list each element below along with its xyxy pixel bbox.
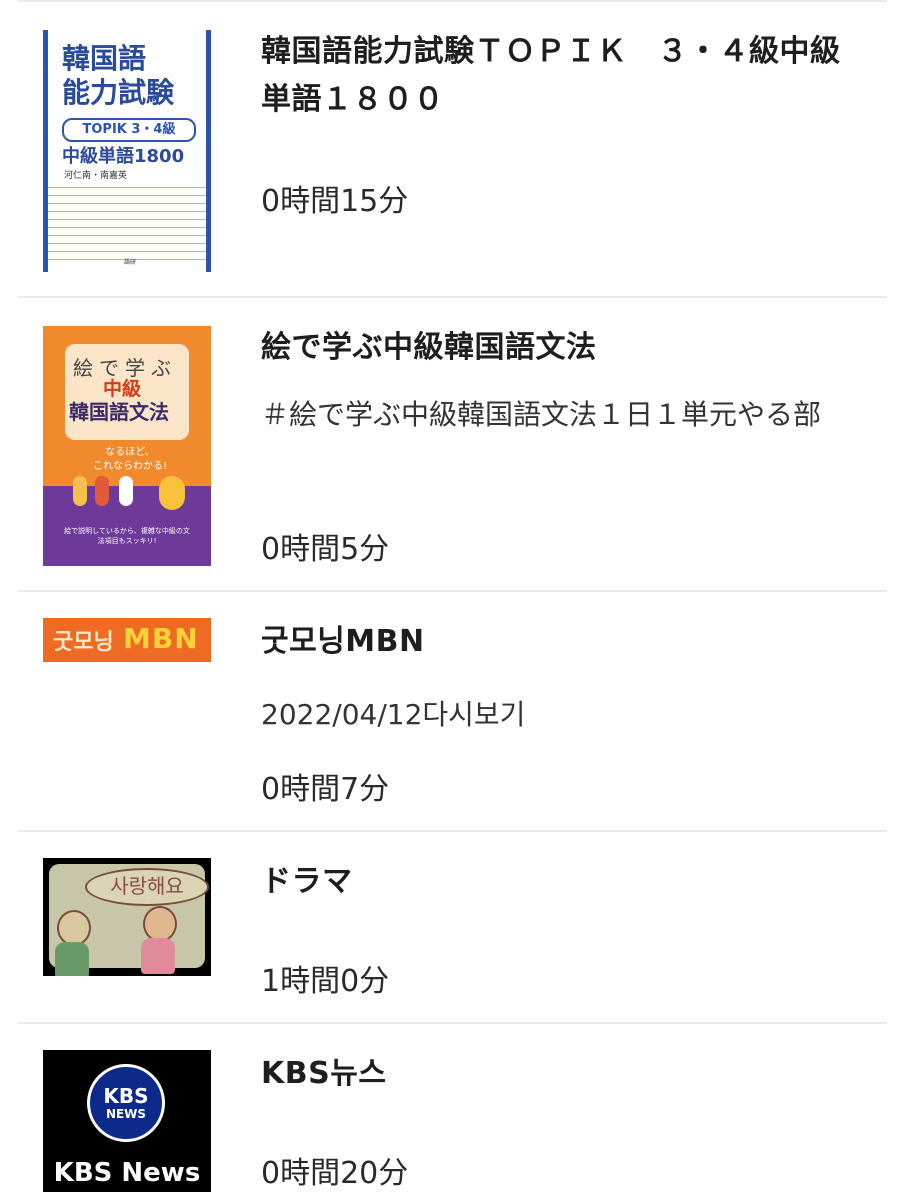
item-info: 굿모닝MBN 2022/04/12다시보기 xyxy=(261,618,857,738)
character-body xyxy=(141,938,175,974)
book-cover-thumbnail: 絵で学ぶ 中級 韓国語文法 なるほど、 これならわかる! 絵で説明しているから、… xyxy=(43,326,211,566)
cover-lines xyxy=(48,180,206,260)
cover-tagline: なるほど、 これならわかる! xyxy=(93,446,167,474)
program-logo-thumbnail: 굿모닝 MBN xyxy=(43,618,211,662)
item-info: KBS뉴스 xyxy=(261,1050,857,1098)
item-duration: 0時間5分 xyxy=(261,532,390,567)
list-item[interactable]: 韓国語 能力試験 TOPIK 3・4級 中級単語1800 河仁南・南嘉英 語研 … xyxy=(18,0,887,296)
cover-band: TOPIK 3・4級 xyxy=(62,118,196,142)
item-description: 2022/04/12다시보기 xyxy=(261,698,526,731)
item-info: 韓国語能力試験ＴＯＰＩＫ ３・４級中級単語１８００ xyxy=(261,28,857,124)
logo-mbn-text: MBN xyxy=(123,622,199,655)
cover-title-line-1: 韓国語 xyxy=(62,42,147,75)
kbs-logo-news-text: NEWS xyxy=(105,1107,147,1121)
program-logo-thumbnail: KBS NEWS KBS News xyxy=(43,1050,211,1192)
character-figure xyxy=(95,476,109,506)
cover-subtitle: 中級単語1800 xyxy=(62,146,185,167)
cover-title: 韓国語 能力試験 xyxy=(62,42,174,110)
item-info: 絵で学ぶ中級韓国語文法 ＃絵で学ぶ中級韓国語文法１日１単元やる部 xyxy=(261,324,857,438)
list-item[interactable]: KBS NEWS KBS News KBS뉴스 0時間20分 xyxy=(18,1022,887,1200)
list-item[interactable]: 사랑해요 ドラマ 1時間0分 xyxy=(18,830,887,1022)
item-description: ＃絵で学ぶ中級韓国語文法１日１単元やる部 xyxy=(261,398,822,431)
book-cover-thumbnail: 韓国語 能力試験 TOPIK 3・4級 中級単語1800 河仁南・南嘉英 語研 xyxy=(43,30,211,272)
kbs-logo-circle: KBS NEWS xyxy=(87,1064,165,1142)
kbs-logo-text: KBS xyxy=(103,1084,149,1108)
item-title: ドラマ xyxy=(261,864,353,899)
item-duration: 1時間0分 xyxy=(261,964,390,999)
character-figure xyxy=(73,476,87,506)
character-figure xyxy=(159,476,185,510)
item-duration: 0時間7分 xyxy=(261,772,390,807)
list-item[interactable]: 絵で学ぶ 中級 韓国語文法 なるほど、 これならわかる! 絵で説明しているから、… xyxy=(18,296,887,590)
cover-note: 絵で説明しているから、複雑な中級の文法項目もスッキリ! xyxy=(64,527,190,545)
character-figure xyxy=(119,476,133,506)
character-head xyxy=(143,906,177,942)
study-log-list: 韓国語 能力試験 TOPIK 3・4級 中級単語1800 河仁南・南嘉英 語研 … xyxy=(0,0,906,1200)
cover-title-line-2: 能力試験 xyxy=(62,76,175,109)
item-info: ドラマ xyxy=(261,858,857,906)
character-head xyxy=(57,910,91,946)
list-item[interactable]: 굿모닝 MBN 굿모닝MBN 2022/04/12다시보기 0時間7分 xyxy=(18,590,887,830)
cover-tagline-2: これならわかる! xyxy=(93,461,168,472)
item-title: 韓国語能力試験ＴＯＰＩＫ ３・４級中級単語１８００ xyxy=(261,34,841,117)
character-body xyxy=(55,942,89,976)
cover-tagline-1: なるほど、 xyxy=(105,447,155,458)
item-title: KBS뉴스 xyxy=(261,1056,387,1091)
logo-korean-text: 굿모닝 xyxy=(53,630,114,655)
cover-publisher: 語研 xyxy=(123,259,136,266)
item-title: 絵で学ぶ中級韓国語文法 xyxy=(261,330,597,365)
item-duration: 0時間20分 xyxy=(261,1156,409,1191)
kbs-news-label: KBS News xyxy=(53,1158,201,1188)
cover-line-3: 韓国語文法 xyxy=(69,400,169,424)
speech-bubble: 사랑해요 xyxy=(85,868,209,906)
item-duration: 0時間15分 xyxy=(261,184,409,219)
drama-thumbnail: 사랑해요 xyxy=(43,858,211,976)
item-title: 굿모닝MBN xyxy=(261,624,425,659)
